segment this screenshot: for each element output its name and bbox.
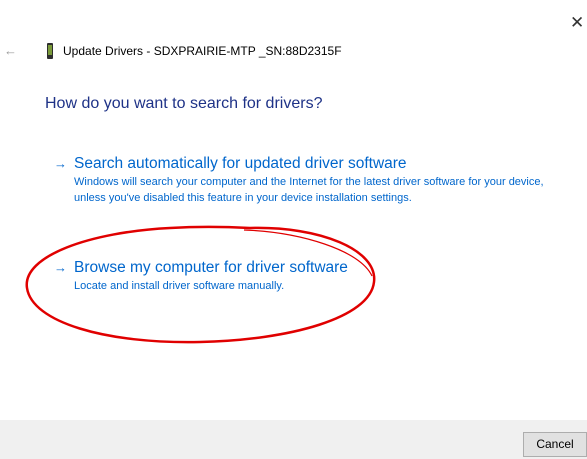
option-header[interactable]: → Browse my computer for driver software <box>54 258 544 278</box>
search-automatically-link[interactable]: Search automatically for updated driver … <box>74 154 407 174</box>
red-annotation-ellipse <box>25 225 376 344</box>
cancel-button[interactable]: Cancel <box>523 432 587 457</box>
back-arrow-icon[interactable]: ← <box>4 42 17 60</box>
browse-computer-description: Locate and install driver software manua… <box>74 280 285 292</box>
close-icon[interactable]: ✕ <box>570 14 586 32</box>
title-bar: ← Update Drivers - SDXPRAIRIE-MTP _SN:88… <box>0 40 587 64</box>
window-title: Update Drivers - SDXPRAIRIE-MTP _SN:88D2… <box>63 44 342 58</box>
page-heading: How do you want to search for drivers? <box>45 95 323 112</box>
search-automatically-option[interactable]: → Search automatically for updated drive… <box>54 154 544 206</box>
browse-computer-link[interactable]: Browse my computer for driver software <box>74 258 348 278</box>
phone-device-icon <box>47 43 53 59</box>
arrow-right-icon: → <box>54 156 67 171</box>
search-automatically-description: Windows will search your computer and th… <box>74 176 544 204</box>
footer-bar <box>0 420 587 459</box>
browse-computer-option[interactable]: → Browse my computer for driver software… <box>54 258 544 294</box>
option-header[interactable]: → Search automatically for updated drive… <box>54 154 544 174</box>
arrow-right-icon: → <box>54 260 67 275</box>
